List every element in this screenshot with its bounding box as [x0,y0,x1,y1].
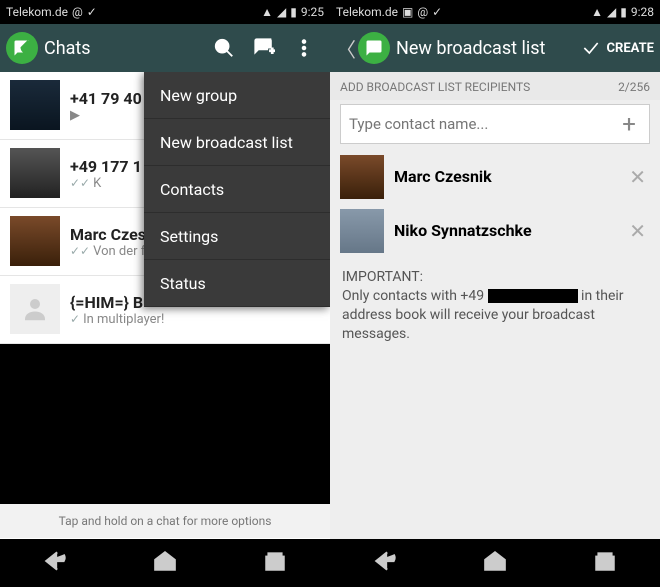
whatsapp-logo-icon [358,32,390,64]
clipboard-icon: ✓ [432,5,442,19]
chat-preview: In multiplayer! [83,312,164,327]
whatsapp-logo-icon [6,32,38,64]
important-line1: Only contacts with +49 [342,288,484,304]
overflow-menu-button[interactable] [284,24,324,72]
back-button[interactable] [372,548,398,578]
avatar [10,148,60,198]
add-contact-button[interactable]: + [609,105,649,143]
delivery-ticks-icon: ✓ [70,312,80,326]
navigation-bar [330,539,660,587]
redacted-number [488,289,578,303]
chat-preview: ▶ [70,108,80,123]
menu-item-status[interactable]: Status [144,260,330,307]
at-icon: @ [72,5,83,19]
carrier-label: Telekom.de [6,5,68,19]
important-head: IMPORTANT: [342,268,648,287]
recipient-count: 2/256 [618,80,650,94]
menu-item-new-broadcast[interactable]: New broadcast list [144,119,330,166]
recents-button[interactable] [592,548,618,578]
carrier-label: Telekom.de [336,5,398,19]
new-chat-button[interactable] [244,24,284,72]
avatar [340,209,384,253]
battery-icon: ▮ [620,5,627,19]
clock-label: 9:25 [301,5,324,19]
menu-item-settings[interactable]: Settings [144,213,330,260]
picture-icon: ▣ [402,5,413,19]
redacted-block [0,344,330,504]
important-note: IMPORTANT: Only contacts with +49 in the… [330,258,660,354]
chat-preview: K [93,176,101,191]
contact-name-input[interactable] [341,105,609,143]
contact-name: Niko Synnatzschke [394,221,615,240]
chat-preview: Von der f [93,244,145,259]
clipboard-icon: ✓ [87,5,97,19]
home-button[interactable] [152,548,178,578]
action-bar: Chats [0,24,330,72]
battery-icon: ▮ [290,5,297,19]
chat-list: +41 79 40 ▶ +49 177 1 ✓✓K Marc Czes ✓✓Vo… [0,72,330,539]
recents-button[interactable] [262,548,288,578]
contact-name: Marc Czesnik [394,167,615,186]
avatar [340,155,384,199]
back-icon[interactable]: 〈 [336,34,358,63]
recipient-row[interactable]: Niko Synnatzschke ✕ [330,204,660,258]
recipient-row[interactable]: Marc Czesnik ✕ [330,150,660,204]
section-label: ADD BROADCAST LIST RECIPIENTS [340,80,530,94]
overflow-menu: New group New broadcast list Contacts Se… [144,72,330,307]
hint-text: Tap and hold on a chat for more options [0,504,330,538]
remove-contact-button[interactable]: ✕ [625,165,650,189]
status-bar: Telekom.de ▣ @ ✓ ▲ ◢ ▮ 9:28 [330,0,660,24]
home-button[interactable] [482,548,508,578]
contact-input-row: + [340,104,650,144]
wifi-icon: ▲ [591,5,603,19]
action-bar: 〈 New broadcast list CREATE [330,24,660,72]
delivery-ticks-icon: ✓✓ [70,176,90,190]
section-header: ADD BROADCAST LIST RECIPIENTS 2/256 [330,72,660,100]
create-label: CREATE [607,41,654,56]
page-title: Chats [44,38,204,59]
at-icon: @ [417,5,428,19]
navigation-bar [0,539,330,587]
status-bar: Telekom.de @ ✓ ▲ ◢ ▮ 9:25 [0,0,330,24]
avatar [10,80,60,130]
clock-label: 9:28 [631,5,654,19]
broadcast-content: ADD BROADCAST LIST RECIPIENTS 2/256 + Ma… [330,72,660,539]
signal-icon: ◢ [607,5,616,19]
menu-item-new-group[interactable]: New group [144,72,330,119]
remove-contact-button[interactable]: ✕ [625,219,650,243]
avatar [10,284,60,334]
delivery-ticks-icon: ✓✓ [70,244,90,258]
search-button[interactable] [204,24,244,72]
page-title: New broadcast list [396,38,581,59]
back-button[interactable] [42,548,68,578]
signal-icon: ◢ [277,5,286,19]
wifi-icon: ▲ [261,5,273,19]
avatar [10,216,60,266]
menu-item-contacts[interactable]: Contacts [144,166,330,213]
create-button[interactable]: CREATE [581,38,654,58]
